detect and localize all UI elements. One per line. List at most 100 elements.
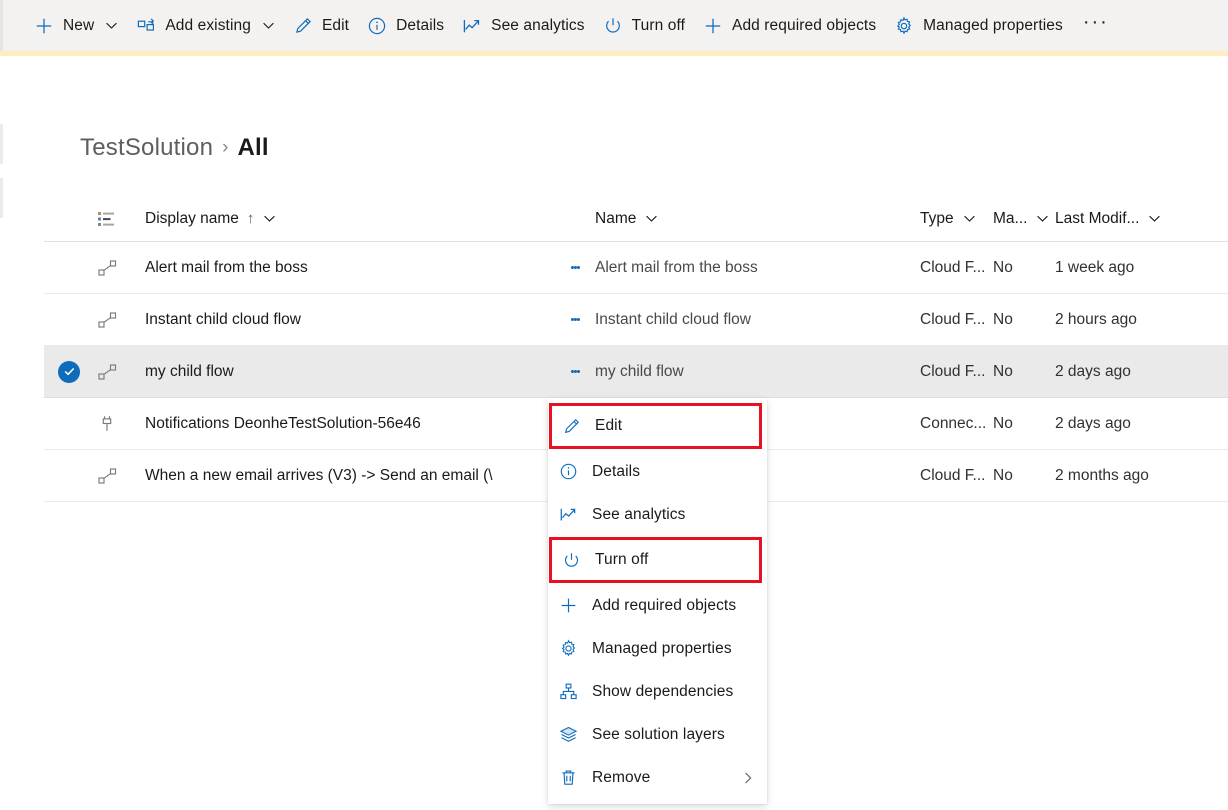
- command-label: Turn off: [632, 17, 685, 35]
- menu-item-label: Show dependencies: [592, 683, 733, 701]
- menu-item-managed-properties[interactable]: Managed properties: [548, 627, 767, 670]
- row-name: my child flow: [595, 346, 920, 397]
- menu-item-label: See solution layers: [592, 726, 725, 744]
- command-label: Add required objects: [732, 17, 876, 35]
- header-select-all[interactable]: [44, 196, 97, 241]
- menu-item-details[interactable]: Details: [548, 450, 767, 493]
- breadcrumb-separator-icon: ›: [222, 137, 228, 159]
- trash-icon: [558, 768, 578, 788]
- menu-item-turn-off[interactable]: Turn off: [549, 537, 762, 583]
- row-display-name: Instant child cloud flow: [145, 294, 595, 345]
- menu-item-see-solution-layers[interactable]: See solution layers: [548, 713, 767, 756]
- command-label: Add existing: [165, 17, 251, 35]
- info-icon: [558, 462, 578, 482]
- pencil-icon: [561, 416, 581, 436]
- row-type-icon: [97, 398, 145, 449]
- menu-item-see-analytics[interactable]: See analytics: [548, 493, 767, 536]
- notification-strip: [0, 51, 1228, 56]
- chevron-down-icon[interactable]: [963, 212, 976, 225]
- cloud-flow-icon: [97, 309, 119, 331]
- header-type[interactable]: Type: [920, 196, 993, 241]
- chevron-down-icon[interactable]: [263, 212, 276, 225]
- chevron-down-icon[interactable]: [1148, 212, 1161, 225]
- plus-icon: [558, 596, 578, 616]
- row-last-modified: 2 months ago: [1055, 450, 1195, 501]
- analytics-icon: [558, 505, 578, 525]
- row-managed: No: [993, 398, 1055, 449]
- header-display-name[interactable]: Display name ↑: [145, 196, 595, 241]
- connection-reference-icon: [97, 413, 119, 435]
- row-last-modified: 1 week ago: [1055, 242, 1195, 293]
- row-type: Connec...: [920, 398, 993, 449]
- ellipsis-dot: [577, 370, 580, 373]
- add-existing-icon: [136, 16, 156, 36]
- plus-icon: [703, 16, 723, 36]
- chevron-down-icon[interactable]: [1036, 212, 1049, 225]
- cloud-flow-icon: [97, 361, 119, 383]
- pencil-icon: [293, 16, 313, 36]
- header-name[interactable]: Name: [595, 196, 920, 241]
- menu-item-edit[interactable]: Edit: [549, 403, 762, 449]
- menu-item-show-dependencies[interactable]: Show dependencies: [548, 670, 767, 713]
- chevron-down-icon[interactable]: [645, 212, 658, 225]
- command-turn-off[interactable]: Turn off: [594, 6, 694, 46]
- cloud-flow-icon: [97, 465, 119, 487]
- command-new[interactable]: New: [25, 6, 127, 46]
- row-checkbox[interactable]: [44, 450, 97, 501]
- list-view-icon: [97, 210, 115, 228]
- command-edit[interactable]: Edit: [284, 6, 358, 46]
- menu-item-label: Edit: [595, 417, 622, 435]
- command-label: Details: [396, 17, 444, 35]
- command-details[interactable]: Details: [358, 6, 453, 46]
- table-row[interactable]: my child flow my child flow Cloud F... N…: [44, 346, 1228, 398]
- menu-item-add-required-objects[interactable]: Add required objects: [548, 584, 767, 627]
- row-type-icon: [97, 346, 145, 397]
- row-checkbox[interactable]: [44, 346, 97, 397]
- sort-ascending-icon: ↑: [247, 210, 255, 227]
- row-type-icon: [97, 294, 145, 345]
- header-label: Name: [595, 210, 636, 228]
- row-type: Cloud F...: [920, 346, 993, 397]
- row-checkbox[interactable]: [44, 242, 97, 293]
- header-managed[interactable]: Ma...: [993, 196, 1055, 241]
- row-context-menu-button[interactable]: [561, 294, 589, 345]
- power-icon: [561, 550, 581, 570]
- row-type: Cloud F...: [920, 294, 993, 345]
- row-managed: No: [993, 346, 1055, 397]
- command-add-required-objects[interactable]: Add required objects: [694, 6, 885, 46]
- row-display-name: Alert mail from the boss: [145, 242, 595, 293]
- row-checkbox[interactable]: [44, 294, 97, 345]
- row-context-menu-button[interactable]: [561, 242, 589, 293]
- header-view-icon[interactable]: [97, 196, 145, 241]
- table-row[interactable]: Instant child cloud flow Instant child c…: [44, 294, 1228, 346]
- command-see-analytics[interactable]: See analytics: [453, 6, 594, 46]
- command-label: Managed properties: [923, 17, 1063, 35]
- command-overflow-button[interactable]: ···: [1078, 6, 1114, 46]
- row-display-name: my child flow: [145, 346, 595, 397]
- chevron-down-icon[interactable]: [105, 19, 118, 32]
- row-type: Cloud F...: [920, 450, 993, 501]
- command-label: See analytics: [491, 17, 585, 35]
- gear-icon: [894, 16, 914, 36]
- chevron-down-icon[interactable]: [262, 19, 275, 32]
- analytics-icon: [462, 16, 482, 36]
- chevron-right-icon[interactable]: [741, 771, 755, 785]
- layers-icon: [558, 725, 578, 745]
- header-last-modified[interactable]: Last Modif...: [1055, 196, 1195, 241]
- command-managed-properties[interactable]: Managed properties: [885, 6, 1072, 46]
- row-type: Cloud F...: [920, 242, 993, 293]
- table-row[interactable]: Alert mail from the boss Alert mail from…: [44, 242, 1228, 294]
- cloud-flow-icon: [97, 257, 119, 279]
- menu-item-label: See analytics: [592, 506, 686, 524]
- grid-header-row: Display name ↑ Name Type Ma...: [44, 196, 1228, 242]
- command-add-existing[interactable]: Add existing: [127, 6, 284, 46]
- power-icon: [603, 16, 623, 36]
- menu-item-label: Turn off: [595, 551, 648, 569]
- breadcrumb-parent[interactable]: TestSolution: [80, 134, 213, 162]
- row-last-modified: 2 days ago: [1055, 398, 1195, 449]
- row-context-menu-button[interactable]: [561, 346, 589, 397]
- header-label: Last Modif...: [1055, 210, 1139, 228]
- row-checkbox[interactable]: [44, 398, 97, 449]
- row-display-name: Notifications DeonheTestSolution-56e46: [145, 398, 595, 449]
- menu-item-remove[interactable]: Remove: [548, 756, 767, 799]
